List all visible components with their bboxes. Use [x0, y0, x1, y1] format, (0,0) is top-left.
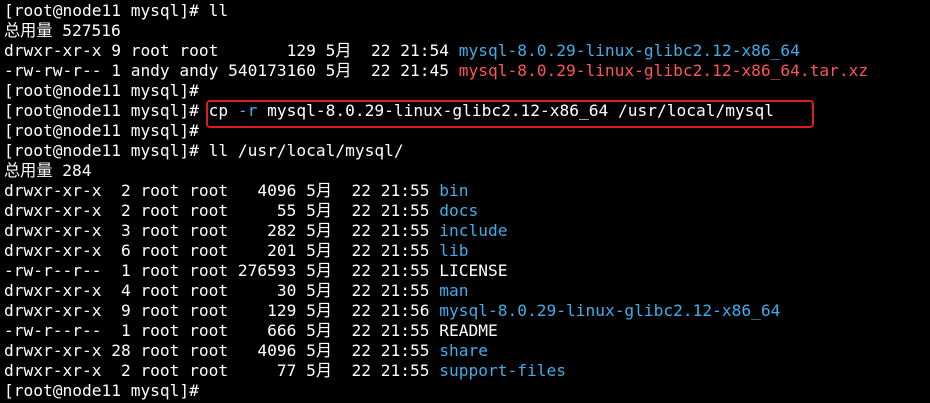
- terminal-line-total: 总用量 527516: [4, 21, 121, 41]
- terminal-line-entry: -rw-r--r-- 1 root root 666 5月 22 21:55 R…: [4, 321, 498, 341]
- terminal-text-segment: drwxr-xr-x 4 root root 30 5月 22 21:55: [4, 281, 440, 300]
- terminal-text-segment: 总用量 284: [4, 161, 92, 180]
- terminal-text-segment: -rw-rw-r-- 1 andy andy 540173160 5月 22 2…: [4, 61, 459, 80]
- terminal-text-segment: bin: [439, 181, 469, 200]
- terminal-window[interactable]: [root@node11 mysql]# ll 总用量 527516 drwxr-x…: [0, 0, 930, 403]
- terminal-text-segment: [root@node11 mysql]# ll /usr/local/mysql…: [4, 141, 404, 160]
- terminal-text-segment: 总用量 527516: [4, 21, 121, 40]
- terminal-line-entry: drwxr-xr-x 28 root root 4096 5月 22 21:55…: [4, 341, 488, 361]
- terminal-text-segment: drwxr-xr-x 2 root root 4096 5月 22 21:55: [4, 181, 440, 200]
- terminal-text-segment: drwxr-xr-x 9 root root 129 5月 22 21:54: [4, 41, 459, 60]
- terminal-line-entry: drwxr-xr-x 3 root root 282 5月 22 21:55 i…: [4, 221, 508, 241]
- terminal-text-segment: drwxr-xr-x 3 root root 282 5月 22 21:55: [4, 221, 440, 240]
- terminal-text-segment: [root@node11 mysql]# ll: [4, 1, 229, 20]
- terminal-text-segment: docs: [439, 201, 479, 220]
- terminal-line-entry: -rw-r--r-- 1 root root 276593 5月 22 21:5…: [4, 261, 508, 281]
- terminal-line-prompt: [root@node11 mysql]# ll: [4, 1, 228, 21]
- terminal-line-entry: -rw-rw-r-- 1 andy andy 540173160 5月 22 2…: [4, 61, 868, 81]
- terminal-text-segment: mysql-8.0.29-linux-glibc2.12-x86_64: [439, 301, 781, 320]
- terminal-text-segment: LICENSE: [439, 261, 508, 280]
- terminal-text-segment: drwxr-xr-x 28 root root 4096 5月 22 21:55: [4, 341, 440, 360]
- terminal-text-segment: drwxr-xr-x 2 root root 77 5月 22 21:55: [4, 361, 440, 380]
- terminal-text-segment: include: [439, 221, 508, 240]
- terminal-text-segment: man: [439, 281, 469, 300]
- terminal-text-segment: drwxr-xr-x 6 root root 201 5月 22 21:55: [4, 241, 440, 260]
- terminal-text-segment: mysql-8.0.29-linux-glibc2.12-x86_64.tar.…: [458, 61, 869, 80]
- terminal-line-entry: drwxr-xr-x 2 root root 4096 5月 22 21:55 …: [4, 181, 469, 201]
- terminal-text-segment: share: [439, 341, 488, 360]
- terminal-line-entry: drwxr-xr-x 2 root root 77 5月 22 21:55 su…: [4, 361, 566, 381]
- command-highlight-box: [206, 100, 814, 128]
- terminal-text-segment: [root@node11 mysql]#: [4, 81, 199, 100]
- terminal-line-entry: drwxr-xr-x 4 root root 30 5月 22 21:55 ma…: [4, 281, 469, 301]
- terminal-text-segment: README: [439, 321, 498, 340]
- terminal-line-prompt: [root@node11 mysql]# ll /usr/local/mysql…: [4, 141, 404, 161]
- terminal-line-total: 总用量 284: [4, 161, 92, 181]
- terminal-text-segment: [root@node11 mysql]#: [4, 101, 209, 120]
- terminal-text-segment: drwxr-xr-x 9 root root 129 5月 22 21:56: [4, 301, 440, 320]
- terminal-line-prompt: [root@node11 mysql]#: [4, 81, 199, 101]
- terminal-text-segment: -rw-r--r-- 1 root root 276593 5月 22 21:5…: [4, 261, 440, 280]
- terminal-text-segment: mysql-8.0.29-linux-glibc2.12-x86_64: [458, 41, 800, 60]
- terminal-text-segment: drwxr-xr-x 2 root root 55 5月 22 21:55: [4, 201, 440, 220]
- terminal-text-segment: -rw-r--r-- 1 root root 666 5月 22 21:55: [4, 321, 440, 340]
- terminal-line-entry: drwxr-xr-x 6 root root 201 5月 22 21:55 l…: [4, 241, 469, 261]
- terminal-line-prompt: [root@node11 mysql]#: [4, 121, 199, 141]
- terminal-line-entry: drwxr-xr-x 2 root root 55 5月 22 21:55 do…: [4, 201, 478, 221]
- terminal-text-segment: [root@node11 mysql]#: [4, 381, 199, 400]
- terminal-text-segment: lib: [439, 241, 469, 260]
- terminal-text-segment: support-files: [439, 361, 566, 380]
- terminal-text-segment: [root@node11 mysql]#: [4, 121, 199, 140]
- terminal-line-prompt: [root@node11 mysql]#: [4, 381, 199, 401]
- terminal-line-entry: drwxr-xr-x 9 root root 129 5月 22 21:54 m…: [4, 41, 800, 61]
- terminal-line-entry: drwxr-xr-x 9 root root 129 5月 22 21:56 m…: [4, 301, 780, 321]
